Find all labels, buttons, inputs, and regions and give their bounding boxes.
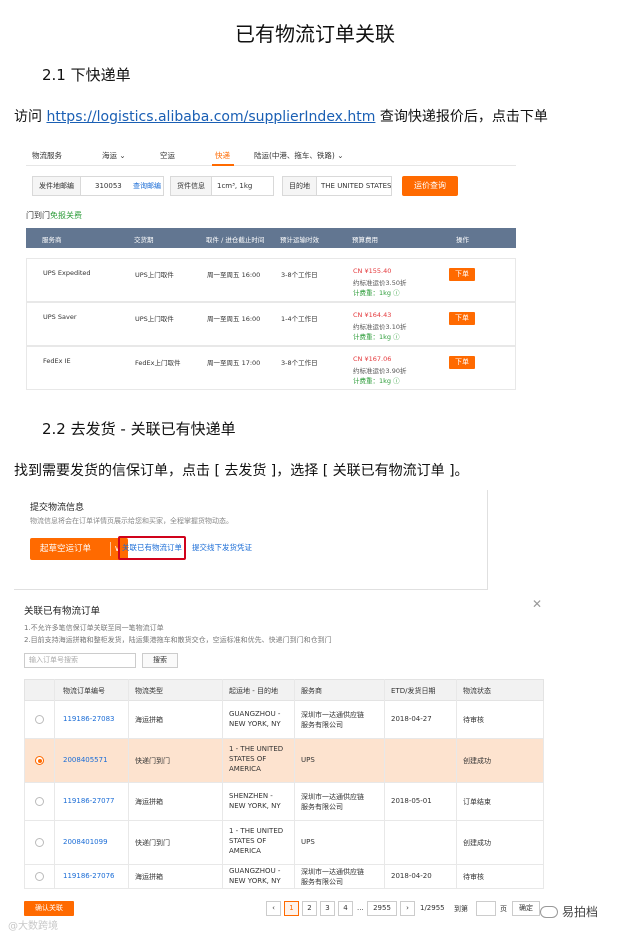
place-order-button[interactable]: 下单 [449, 312, 475, 325]
close-icon[interactable]: ✕ [532, 597, 542, 611]
order-number-link[interactable]: 119186-27076 [63, 872, 115, 880]
instruction-2-1: 访问 https://logistics.alibaba.com/supplie… [14, 109, 548, 125]
order-search-input[interactable]: 输入订单号搜索 [24, 653, 136, 668]
pager-summary: 1/2955 [420, 904, 445, 912]
quote-row: UPS Saver UPS上门取件 周一至周五 16:00 1-4个工作日 CN… [26, 302, 516, 346]
dialog-note: 2.目前支持海运拼箱和整柜发货，陆运集港拖车和散货交仓，空运标准和优先、快递门到… [24, 636, 332, 644]
table-row[interactable]: 119186-27077 海运拼箱 SHENZHEN - NEW YORK, N… [24, 783, 544, 821]
table-row-selected[interactable]: 2008405571 快递门到门 1 - THE UNITED STATES O… [24, 739, 544, 783]
table-row[interactable]: 119186-27083 海运拼箱 GUANGZHOU - NEW YORK, … [24, 701, 544, 739]
pager-page-4[interactable]: 4 [338, 901, 353, 916]
pager-last-page[interactable]: 2955 [367, 901, 397, 916]
order-number-link[interactable]: 119186-27083 [63, 715, 115, 723]
table-row[interactable]: 2008401099 快递门到门 1 - THE UNITED STATES O… [24, 821, 544, 865]
status-badge: 订单结束 [463, 798, 491, 806]
instruction-2-2: 找到需要发货的信保订单，点击 [ 去发货 ]，选择 [ 关联已有物流订单 ]。 [14, 463, 469, 479]
confirm-associate-button[interactable]: 确认关联 [24, 901, 74, 916]
status-badge: 待审核 [463, 873, 484, 881]
order-number-link[interactable]: 119186-27077 [63, 797, 115, 805]
pager-goto-label: 到第 [454, 905, 468, 913]
pager-next-button[interactable]: › [400, 901, 415, 916]
watermark-left: @大数跨境 [8, 921, 58, 932]
door-to-door-label: 门到门免报关费 [26, 211, 82, 220]
row-radio[interactable] [35, 797, 44, 806]
tab-express[interactable]: 快递 [215, 150, 230, 161]
row-radio[interactable] [35, 715, 44, 724]
link-existing-order-link[interactable]: 关联已有物流订单 [122, 542, 182, 553]
offline-voucher-link[interactable]: 提交线下发货凭证 [192, 542, 252, 553]
quote-table-header: 服务商 交货期 取件 / 进仓截止时间 预计运输时效 预算费用 操作 [26, 228, 516, 248]
watermark-right: 易拍档 [540, 903, 598, 920]
section-heading-2-1: 2.1 下快递单 [42, 66, 131, 84]
search-button[interactable]: 搜索 [142, 653, 178, 668]
cargo-field[interactable]: 货件信息 1cm³, 1kg [170, 176, 274, 196]
logistics-link[interactable]: https://logistics.alibaba.com/supplierIn… [46, 109, 375, 125]
pager-page-3[interactable]: 3 [320, 901, 335, 916]
service-tabs: 物流服务 海运 ⌄ 空运 快递 陆运(中港、拖车、铁路) ⌄ [26, 142, 516, 166]
status-badge: 待审核 [463, 716, 484, 724]
zip-lookup-link[interactable]: 查询邮编 [133, 177, 161, 195]
pager-goto-input[interactable] [476, 901, 496, 916]
destination-field[interactable]: 目的地 THE UNITED STATES [282, 176, 392, 196]
logistics-quote-screenshot: 物流服务 海运 ⌄ 空运 快递 陆运(中港、拖车、铁路) ⌄ 发件地邮编 310… [26, 142, 516, 394]
active-tab-indicator [212, 164, 234, 166]
order-number-link[interactable]: 2008405571 [63, 756, 108, 764]
quote-row: FedEx IE FedEx上门取件 周一至周五 17:00 3-8个工作日 C… [26, 346, 516, 390]
dialog-note: 1.不允许多笔信保订单关联至同一笔物流订单 [24, 624, 164, 632]
submit-logistics-title: 提交物流信息 [30, 503, 85, 513]
pager-unit-label: 页 [500, 905, 507, 913]
row-radio[interactable] [35, 838, 44, 847]
section-heading-2-2: 2.2 去发货 - 关联已有快递单 [42, 420, 236, 438]
tab-air[interactable]: 空运 [160, 150, 175, 161]
query-rate-button[interactable]: 运价查询 [402, 176, 458, 196]
pager-page-1[interactable]: 1 [284, 901, 299, 916]
row-radio[interactable] [35, 872, 44, 881]
row-radio-selected[interactable] [35, 756, 44, 765]
place-order-button[interactable]: 下单 [449, 268, 475, 281]
submit-logistics-subtitle: 物流信息将会在订单详情页展示给您和买家，全程掌握货物动态。 [30, 517, 233, 525]
quote-row: UPS Expedited UPS上门取件 周一至周五 16:00 3-8个工作… [26, 258, 516, 302]
draft-air-order-button[interactable]: 起草空运订单 ∨ [30, 538, 128, 560]
dialog-title: 关联已有物流订单 [24, 606, 101, 617]
pager-page-2[interactable]: 2 [302, 901, 317, 916]
place-order-button[interactable]: 下单 [449, 356, 475, 369]
status-badge: 创建成功 [463, 757, 491, 765]
from-zip-field[interactable]: 发件地邮编 310053 查询邮编 [32, 176, 164, 196]
wechat-icon [540, 906, 558, 918]
free-customs-badge: 免报关费 [50, 211, 82, 220]
page-title: 已有物流订单关联 [235, 22, 395, 46]
tab-land[interactable]: 陆运(中港、拖车、铁路) ⌄ [254, 150, 344, 161]
order-number-link[interactable]: 2008401099 [63, 838, 108, 846]
tab-logistics-service: 物流服务 [32, 151, 62, 160]
table-row[interactable]: 119186-27076 海运拼箱 GUANGZHOU - NEW YORK, … [24, 865, 544, 889]
orders-table-header: 物流订单编号 物流类型 起运地 - 目的地 服务商 ETD/发货日期 物流状态 [24, 679, 544, 701]
submit-logistics-screenshot: 提交物流信息 物流信息将会在订单详情页展示给您和买家，全程掌握货物动态。 起草空… [14, 490, 488, 590]
status-badge: 创建成功 [463, 839, 491, 847]
pager-prev-button[interactable]: ‹ [266, 901, 281, 916]
associate-order-dialog: 关联已有物流订单 ✕ 1.不允许多笔信保订单关联至同一笔物流订单 2.目前支持海… [14, 595, 554, 925]
pager-ok-button[interactable]: 确定 [512, 901, 540, 916]
pager-ellipsis: ... [357, 904, 364, 912]
tab-sea[interactable]: 海运 ⌄ [102, 150, 126, 161]
